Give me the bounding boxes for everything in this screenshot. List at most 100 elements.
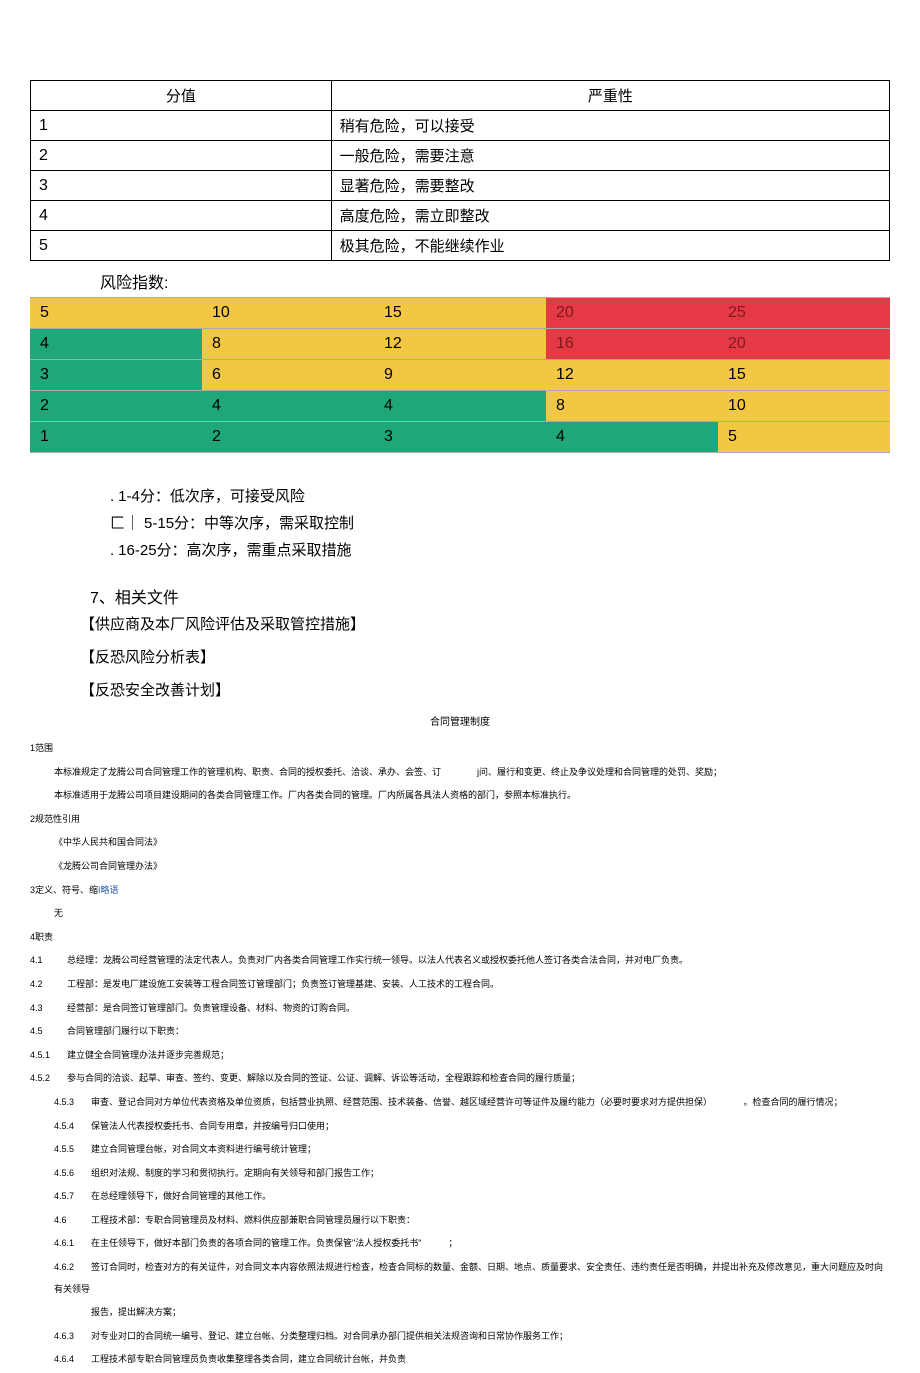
severity-table: 分值 严重性 1稍有危险，可以接受2一般危险，需要注意3显著危险，需要整改4高度… — [30, 80, 890, 261]
risk-matrix: 51015202548121620369121524481012345 — [30, 297, 890, 453]
clause-text: 组织对法规、制度的学习和贯彻执行。定期向有关领导和部门报告工作； — [82, 1168, 379, 1178]
risk-legend: . 1-4分：低次序，可接受风险匚｜ 5-15分：中等次序，需采取控制. 16-… — [110, 483, 890, 564]
clause-text: 工程技术部专职合同管理员负责收集整理各类合同，建立合同统计台帐，并负责 — [82, 1354, 406, 1364]
fine-line: 无 — [54, 903, 890, 925]
table-row: 3显著危险，需要整改 — [31, 171, 890, 201]
clause-number: 4.6.1 — [54, 1233, 82, 1255]
fine-line: 4.2 工程部：是发电厂建设施工安装等工程合同签订管理部门；负责签订管理基建、安… — [30, 974, 890, 996]
matrix-cell: 12 — [546, 360, 718, 391]
fine-line: 《中华人民共和国合同法》 — [54, 832, 890, 854]
matrix-cell: 1 — [30, 422, 202, 453]
severity-desc: 稍有危险，可以接受 — [331, 111, 889, 141]
fine-line: 2规范性引用 — [30, 809, 890, 831]
legend-row: . 1-4分：低次序，可接受风险 — [110, 483, 890, 510]
severity-desc: 一般危险，需要注意 — [331, 141, 889, 171]
severity-desc: 极其危险，不能继续作业 — [331, 231, 889, 261]
matrix-row: 12345 — [30, 422, 890, 453]
matrix-cell: 3 — [374, 422, 546, 453]
clause-text: 工程技术部：专职合同管理员及材料、燃料供应部兼职合同管理员履行以下职责： — [82, 1215, 415, 1225]
matrix-row: 244810 — [30, 391, 890, 422]
clause-text: 签订合同时，检查对方的有关证件，对合同文本内容依照法规进行检查，检查合同标的数量… — [54, 1262, 883, 1294]
fine-line: 4.6.2 签订合同时，检查对方的有关证件，对合同文本内容依照法规进行检查，检查… — [54, 1257, 890, 1300]
severity-desc: 高度危险，需立即整改 — [331, 201, 889, 231]
matrix-cell: 4 — [374, 391, 546, 422]
matrix-row: 510152025 — [30, 298, 890, 329]
matrix-cell: 5 — [30, 298, 202, 329]
fine-line: 4.6.3 对专业对口的合同统一编号、登记、建立台帐、分类整理归档。对合同承办部… — [54, 1326, 890, 1348]
clause-number: 4.5.7 — [54, 1186, 82, 1208]
table-row: 1稍有危险，可以接受 — [31, 111, 890, 141]
fine-line: 4.5.3 审查、登记合同对方单位代表资格及单位资质，包括营业执照、经营范围、技… — [54, 1092, 890, 1114]
severity-score: 3 — [31, 171, 332, 201]
matrix-cell: 2 — [202, 422, 374, 453]
clause-text: 对专业对口的合同统一编号、登记、建立台帐、分类整理归档。对合同承办部门提供相关法… — [82, 1331, 568, 1341]
table-row: 4高度危险，需立即整改 — [31, 201, 890, 231]
matrix-cell: 8 — [202, 329, 374, 360]
fine-line: 4.5 合同管理部门履行以下职责： — [30, 1021, 890, 1043]
matrix-cell: 2 — [30, 391, 202, 422]
fine-line: 1范围 — [30, 738, 890, 760]
legend-marker: . — [110, 537, 114, 564]
fine-line: 4.5.4 保管法人代表授权委托书、合同专用章，并按编号归口使用； — [54, 1116, 890, 1138]
fine-line: 《龙腾公司合同管理办法》 — [54, 856, 890, 878]
matrix-cell: 8 — [546, 391, 718, 422]
clause-number: 4.5.3 — [54, 1092, 82, 1114]
clause-number: 4.3 — [30, 998, 58, 1020]
matrix-cell: 9 — [374, 360, 546, 391]
clause-text: 经营部：是合同签订管理部门。负责管理设备、材料、物资的订购合同。 — [58, 1003, 355, 1013]
matrix-row: 48121620 — [30, 329, 890, 360]
fine-line: 4.6.1 在主任领导下，做好本部门负责的各项合同的管理工作。负责保管"法人授权… — [54, 1233, 890, 1255]
clause-number: 4.1 — [30, 950, 58, 972]
matrix-cell: 10 — [718, 391, 890, 422]
clause-text: 报告，提出解决方案； — [82, 1307, 181, 1317]
related-doc-item: 【反恐安全改善计划】 — [80, 674, 890, 707]
matrix-cell: 12 — [374, 329, 546, 360]
fine-line: 4.3 经营部：是合同签订管理部门。负责管理设备、材料、物资的订购合同。 — [30, 998, 890, 1020]
matrix-cell: 20 — [546, 298, 718, 329]
clause-number: 4.5.5 — [54, 1139, 82, 1161]
matrix-cell: 25 — [718, 298, 890, 329]
table-row: 5极其危险，不能继续作业 — [31, 231, 890, 261]
clause-text: 参与合同的洽谈、起草、审查、签约、变更、解除以及合同的签证、公证、调解、诉讼等活… — [58, 1073, 580, 1083]
severity-desc: 显著危险，需要整改 — [331, 171, 889, 201]
matrix-cell: 4 — [202, 391, 374, 422]
matrix-cell: 16 — [546, 329, 718, 360]
severity-header-score: 分值 — [31, 81, 332, 111]
severity-score: 2 — [31, 141, 332, 171]
fine-line: 本标准适用于龙腾公司项目建设期间的各类合同管理工作。厂内各类合同的管理。厂内所属… — [54, 785, 890, 807]
legend-marker: . — [110, 483, 114, 510]
clause-number: 4.5.4 — [54, 1116, 82, 1138]
clause-text: 工程部：是发电厂建设施工安装等工程合同签订管理部门；负责签订管理基建、安装、人工… — [58, 979, 499, 989]
clause-number: 4.5 — [30, 1021, 58, 1043]
matrix-cell: 15 — [374, 298, 546, 329]
section7-heading: 7、相关文件 — [90, 584, 890, 608]
severity-score: 4 — [31, 201, 332, 231]
matrix-cell: 4 — [30, 329, 202, 360]
fine-line: 4.5.7 在总经理领导下，做好合同管理的其他工作。 — [54, 1186, 890, 1208]
legend-marker: 匚｜ — [110, 510, 140, 537]
fine-line: 4.6 工程技术部：专职合同管理员及材料、燃料供应部兼职合同管理员履行以下职责： — [54, 1210, 890, 1232]
related-doc-item: 【反恐风险分析表】 — [80, 641, 890, 674]
legend-text: 16-25分：高次序，需重点采取措施 — [118, 537, 351, 564]
matrix-cell: 10 — [202, 298, 374, 329]
related-docs: 【供应商及本厂风险评估及采取管控措施】【反恐风险分析表】【反恐安全改善计划】 — [80, 608, 890, 707]
matrix-cell: 20 — [718, 329, 890, 360]
legend-row: 匚｜ 5-15分：中等次序，需采取控制 — [110, 510, 890, 537]
fine-line: 本标准规定了龙腾公司合同管理工作的管理机构、职责、合同的授权委托、洽谈、承办、会… — [54, 762, 890, 784]
severity-score: 1 — [31, 111, 332, 141]
table-row: 2一般危险，需要注意 — [31, 141, 890, 171]
legend-text: 5-15分：中等次序，需采取控制 — [144, 510, 354, 537]
clause-number: 4.5.6 — [54, 1163, 82, 1185]
clause-text: 总经理：龙腾公司经营管理的法定代表人。负责对厂内各类合同管理工作实行统一领导。以… — [58, 955, 688, 965]
fine-line: 4.5.6 组织对法规、制度的学习和贯彻执行。定期向有关领导和部门报告工作； — [54, 1163, 890, 1185]
clause-text: 在主任领导下，做好本部门负责的各项合同的管理工作。负责保管"法人授权委托书" ； — [82, 1238, 457, 1248]
clause-number: 4.6.2 — [54, 1257, 82, 1279]
clause-text: 合同管理部门履行以下职责： — [58, 1026, 184, 1036]
related-doc-item: 【供应商及本厂风险评估及采取管控措施】 — [80, 608, 890, 641]
clause-number: 4.2 — [30, 974, 58, 996]
fine-line: 3定义、符号、缩I略语 — [30, 880, 890, 902]
clause-number: 4.5.1 — [30, 1045, 58, 1067]
matrix-cell: 3 — [30, 360, 202, 391]
fine-line: 4职责 — [30, 927, 890, 949]
clause-text: 建立合同管理台帐，对合同文本资料进行编号统计管理； — [82, 1144, 316, 1154]
